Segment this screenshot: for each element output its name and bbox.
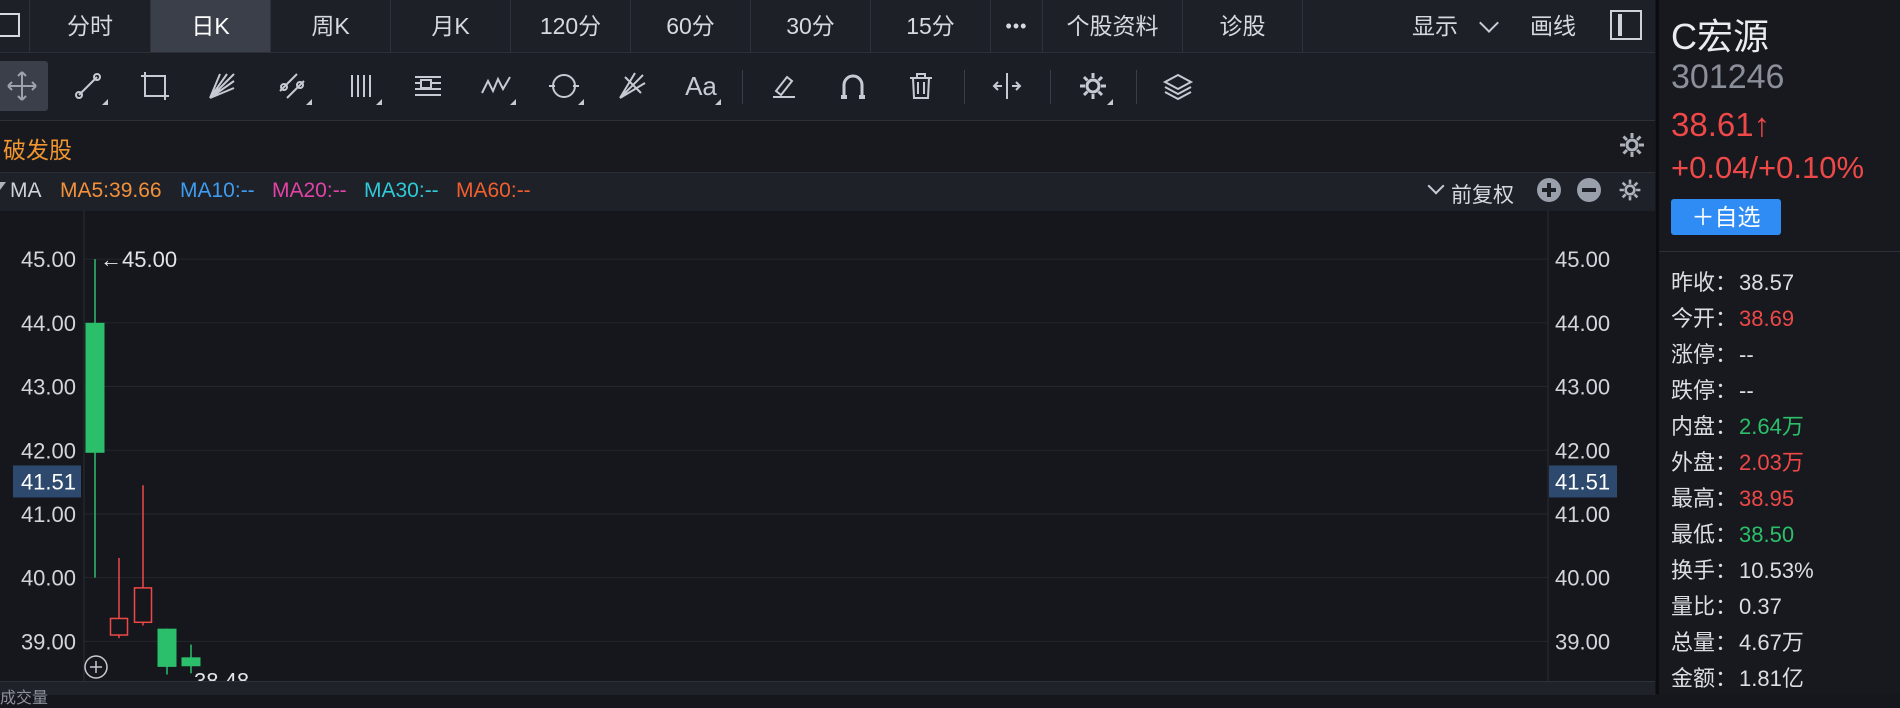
tab-diagnose[interactable]: 诊股 — [1183, 0, 1303, 52]
y-axis-tick-label-right: 42.00 — [1555, 438, 1610, 463]
volume-pane-header — [0, 681, 1655, 695]
toolbar-divider — [1136, 70, 1137, 104]
parallel-channel-icon[interactable] — [266, 61, 318, 111]
line-segment-icon[interactable] — [62, 61, 114, 111]
stat-row: 今开：38.69 — [1671, 306, 1795, 331]
stat-row: 昨收：38.57 — [1671, 270, 1795, 295]
y-axis-tick-label: 44.00 — [21, 311, 76, 336]
crosshair-value-right: 41.51 — [1555, 469, 1610, 494]
tab-15min[interactable]: 15分 — [871, 0, 991, 52]
stat-row: 量比：0.37 — [1671, 594, 1782, 619]
trash-icon[interactable] — [895, 61, 947, 111]
y-axis-tick-label: 45.00 — [21, 247, 76, 272]
y-axis-tick-label-right: 43.00 — [1555, 375, 1610, 400]
stat-row: 最高：38.95 — [1671, 486, 1795, 511]
tab-60min[interactable]: 60分 — [631, 0, 751, 52]
tab-company-info[interactable]: 个股资料 — [1043, 0, 1183, 52]
tab-weekly-k[interactable]: 周K — [271, 0, 391, 52]
strategy-name[interactable]: 破发股 — [3, 131, 72, 165]
wave-pattern-icon[interactable] — [470, 61, 522, 111]
zoom-out-icon[interactable] — [1577, 178, 1601, 202]
crosshair-value-left: 41.51 — [21, 469, 76, 494]
y-axis-tick-label: 40.00 — [21, 566, 76, 591]
stock-name: C宏源 — [1671, 16, 1769, 57]
hide-drawings-icon[interactable] — [981, 61, 1033, 111]
strategy-settings-icon[interactable] — [1617, 130, 1647, 160]
stat-row: 跌停：-- — [1671, 378, 1754, 403]
add-watchlist-button[interactable]: ＋自选 — [1671, 199, 1781, 235]
stat-row: 最低：38.50 — [1671, 522, 1795, 547]
price-adjust-dropdown[interactable]: 前复权 — [1451, 179, 1514, 209]
tab-120min[interactable]: 120分 — [511, 0, 631, 52]
candle-body — [85, 322, 105, 453]
y-axis-tick-label: 41.00 — [21, 502, 76, 527]
side-panel-toggle-icon[interactable] — [1610, 10, 1642, 40]
y-axis-tick-label: 39.00 — [21, 629, 76, 654]
ma30-value: MA30:-- — [364, 179, 439, 202]
fibonacci-icon[interactable] — [402, 61, 454, 111]
toolbar-divider — [964, 70, 965, 104]
panel-divider — [1659, 251, 1900, 252]
strategy-bar — [0, 121, 1655, 171]
ma10-value: MA10:-- — [180, 179, 255, 202]
tab-daily-k[interactable]: 日K — [151, 0, 271, 52]
toolbar-divider — [1050, 70, 1051, 104]
ma-label[interactable]: MA — [10, 179, 42, 203]
square-icon — [0, 13, 20, 37]
stock-change: +0.04/+0.10% — [1671, 150, 1865, 185]
move-crosshair-icon[interactable] — [0, 61, 48, 111]
ma60-value: MA60:-- — [456, 179, 531, 202]
stock-code: 301246 — [1671, 58, 1785, 96]
candle-body — [157, 628, 177, 667]
zoom-in-icon[interactable] — [1537, 178, 1561, 202]
candle-body — [133, 587, 153, 624]
stat-row: 换手：10.53% — [1671, 558, 1814, 583]
pitchfork-icon[interactable] — [606, 61, 658, 111]
layers-icon[interactable] — [1152, 61, 1204, 111]
eraser-icon[interactable] — [758, 61, 810, 111]
magnet-icon[interactable] — [827, 61, 879, 111]
y-axis-tick-label-right: 41.00 — [1555, 502, 1610, 527]
y-axis-tick-label: 43.00 — [21, 375, 76, 400]
low-price-annotation: ←38.48 — [172, 669, 249, 681]
y-axis-tick-label-right: 45.00 — [1555, 247, 1610, 272]
tab-timeshare[interactable]: 分时 — [30, 0, 151, 52]
stat-row: 总量：4.67万 — [1671, 630, 1804, 655]
text-tool-icon[interactable]: Aa — [675, 61, 727, 111]
stat-row: 内盘：2.64万 — [1671, 414, 1804, 439]
collapse-arrow-icon[interactable] — [0, 182, 6, 190]
vertical-lines-icon[interactable] — [336, 61, 388, 111]
candle-body — [181, 657, 201, 667]
settings-icon[interactable] — [1067, 61, 1119, 111]
display-menu-button[interactable]: 显示 — [1412, 0, 1458, 52]
draw-line-button[interactable]: 画线 — [1530, 0, 1576, 52]
high-price-annotation: ←45.00 — [100, 247, 177, 272]
stat-row: 外盘：2.03万 — [1671, 450, 1804, 475]
toolbar-divider — [742, 70, 743, 104]
y-axis-tick-label-right: 44.00 — [1555, 311, 1610, 336]
gann-fan-icon[interactable] — [196, 61, 248, 111]
kline-chart[interactable]: 45.00 45.00 44.00 44.00 43.00 43.00 42.00 42.00… — [0, 211, 1655, 681]
layout-toggle-button[interactable] — [0, 0, 30, 52]
rectangle-icon[interactable] — [129, 61, 181, 111]
indicator-settings-icon[interactable] — [1617, 177, 1643, 203]
candle-body — [109, 617, 129, 636]
y-axis-tick-label-right: 39.00 — [1555, 629, 1610, 654]
more-periods-button[interactable]: ••• — [991, 0, 1043, 52]
stat-row: 金额：1.81亿 — [1671, 666, 1804, 691]
ma20-value: MA20:-- — [272, 179, 347, 202]
stat-row: 涨停：-- — [1671, 342, 1754, 367]
stock-price: 38.61↑ — [1671, 106, 1771, 143]
volume-label: 成交量 — [0, 690, 49, 707]
y-axis-tick-label: 42.00 — [21, 438, 76, 463]
y-axis-tick-label-right: 40.00 — [1555, 566, 1610, 591]
ma5-value: MA5:39.66 — [60, 179, 162, 202]
tab-30min[interactable]: 30分 — [751, 0, 871, 52]
cycle-icon[interactable] — [538, 61, 590, 111]
chart-background — [0, 211, 1655, 681]
tab-monthly-k[interactable]: 月K — [391, 0, 511, 52]
